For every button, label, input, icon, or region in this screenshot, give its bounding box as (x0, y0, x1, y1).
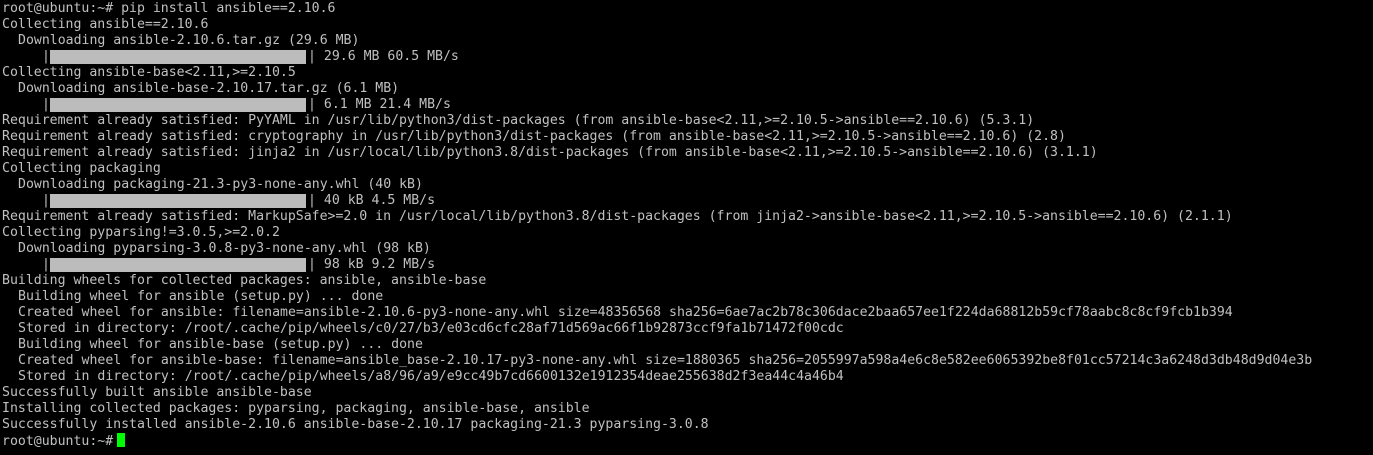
progress-left-border: | (42, 97, 50, 112)
output-line: Downloading ansible-2.10.6.tar.gz (29.6 … (18, 33, 360, 48)
output-line: Collecting ansible==2.10.6 (2, 17, 209, 32)
output-line: Requirement already satisfied: jinja2 in… (2, 145, 1098, 160)
output-line: Stored in directory: /root/.cache/pip/wh… (18, 321, 844, 336)
progress-status-text: | 40 kB 4.5 MB/s (308, 193, 436, 208)
download-progress-line: | | 98 kB 9.2 MB/s (2, 257, 1373, 273)
progress-bar (50, 258, 306, 272)
progress-status-text: | 6.1 MB 21.4 MB/s (308, 97, 451, 112)
output-line: Collecting pyparsing!=3.0.5,>=2.0.2 (2, 225, 280, 240)
terminal-window[interactable]: root@ubuntu:~# pip install ansible==2.10… (0, 0, 1373, 455)
output-line: Building wheel for ansible-base (setup.p… (18, 337, 423, 352)
output-line: Downloading ansible-base-2.10.17.tar.gz … (18, 81, 400, 96)
output-line: Created wheel for ansible: filename=ansi… (18, 305, 1233, 320)
output-line: Stored in directory: /root/.cache/pip/wh… (18, 369, 844, 384)
progress-bar (50, 98, 306, 112)
output-line: Successfully built ansible ansible-base (2, 385, 312, 400)
progress-status-text: | 98 kB 9.2 MB/s (308, 257, 436, 272)
output-line: Requirement already satisfied: cryptogra… (2, 129, 1066, 144)
text-cursor (117, 433, 126, 447)
output-line: Downloading pyparsing-3.0.8-py3-none-any… (18, 241, 431, 256)
progress-bar (50, 194, 306, 208)
progress-left-border: | (42, 49, 50, 64)
progress-bar-fill (50, 50, 306, 64)
output-line: Collecting ansible-base<2.11,>=2.10.5 (2, 65, 296, 80)
output-line: Building wheel for ansible (setup.py) ..… (18, 289, 384, 304)
command-line: root@ubuntu:~# pip install ansible==2.10… (2, 1, 1373, 17)
output-line: Installing collected packages: pyparsing… (2, 401, 590, 416)
output-line: Downloading packaging-21.3-py3-none-any.… (18, 177, 423, 192)
progress-left-border: | (42, 193, 50, 208)
output-line: Requirement already satisfied: MarkupSaf… (2, 209, 1233, 224)
shell-prompt: root@ubuntu:~# (2, 1, 114, 16)
command-text: pip install ansible==2.10.6 (121, 1, 336, 16)
output-line: Collecting packaging (2, 161, 161, 176)
progress-status-text: | 29.6 MB 60.5 MB/s (308, 49, 459, 64)
output-line: Requirement already satisfied: PyYAML in… (2, 113, 1035, 128)
output-line: Successfully installed ansible-2.10.6 an… (2, 417, 709, 432)
final-prompt-line[interactable]: root@ubuntu:~# (2, 433, 1373, 449)
download-progress-line: | | 6.1 MB 21.4 MB/s (2, 97, 1373, 113)
command-output: Collecting ansible==2.10.6 Downloading an… (2, 17, 1373, 433)
output-line: Created wheel for ansible-base: filename… (18, 353, 1313, 368)
progress-bar-fill (50, 98, 306, 112)
progress-bar (50, 50, 306, 64)
download-progress-line: | | 40 kB 4.5 MB/s (2, 193, 1373, 209)
shell-prompt: root@ubuntu:~# (2, 434, 114, 449)
download-progress-line: | | 29.6 MB 60.5 MB/s (2, 49, 1373, 65)
progress-bar-fill (50, 258, 306, 272)
progress-left-border: | (42, 257, 50, 272)
output-line: Building wheels for collected packages: … (2, 273, 487, 288)
progress-bar-fill (50, 194, 306, 208)
